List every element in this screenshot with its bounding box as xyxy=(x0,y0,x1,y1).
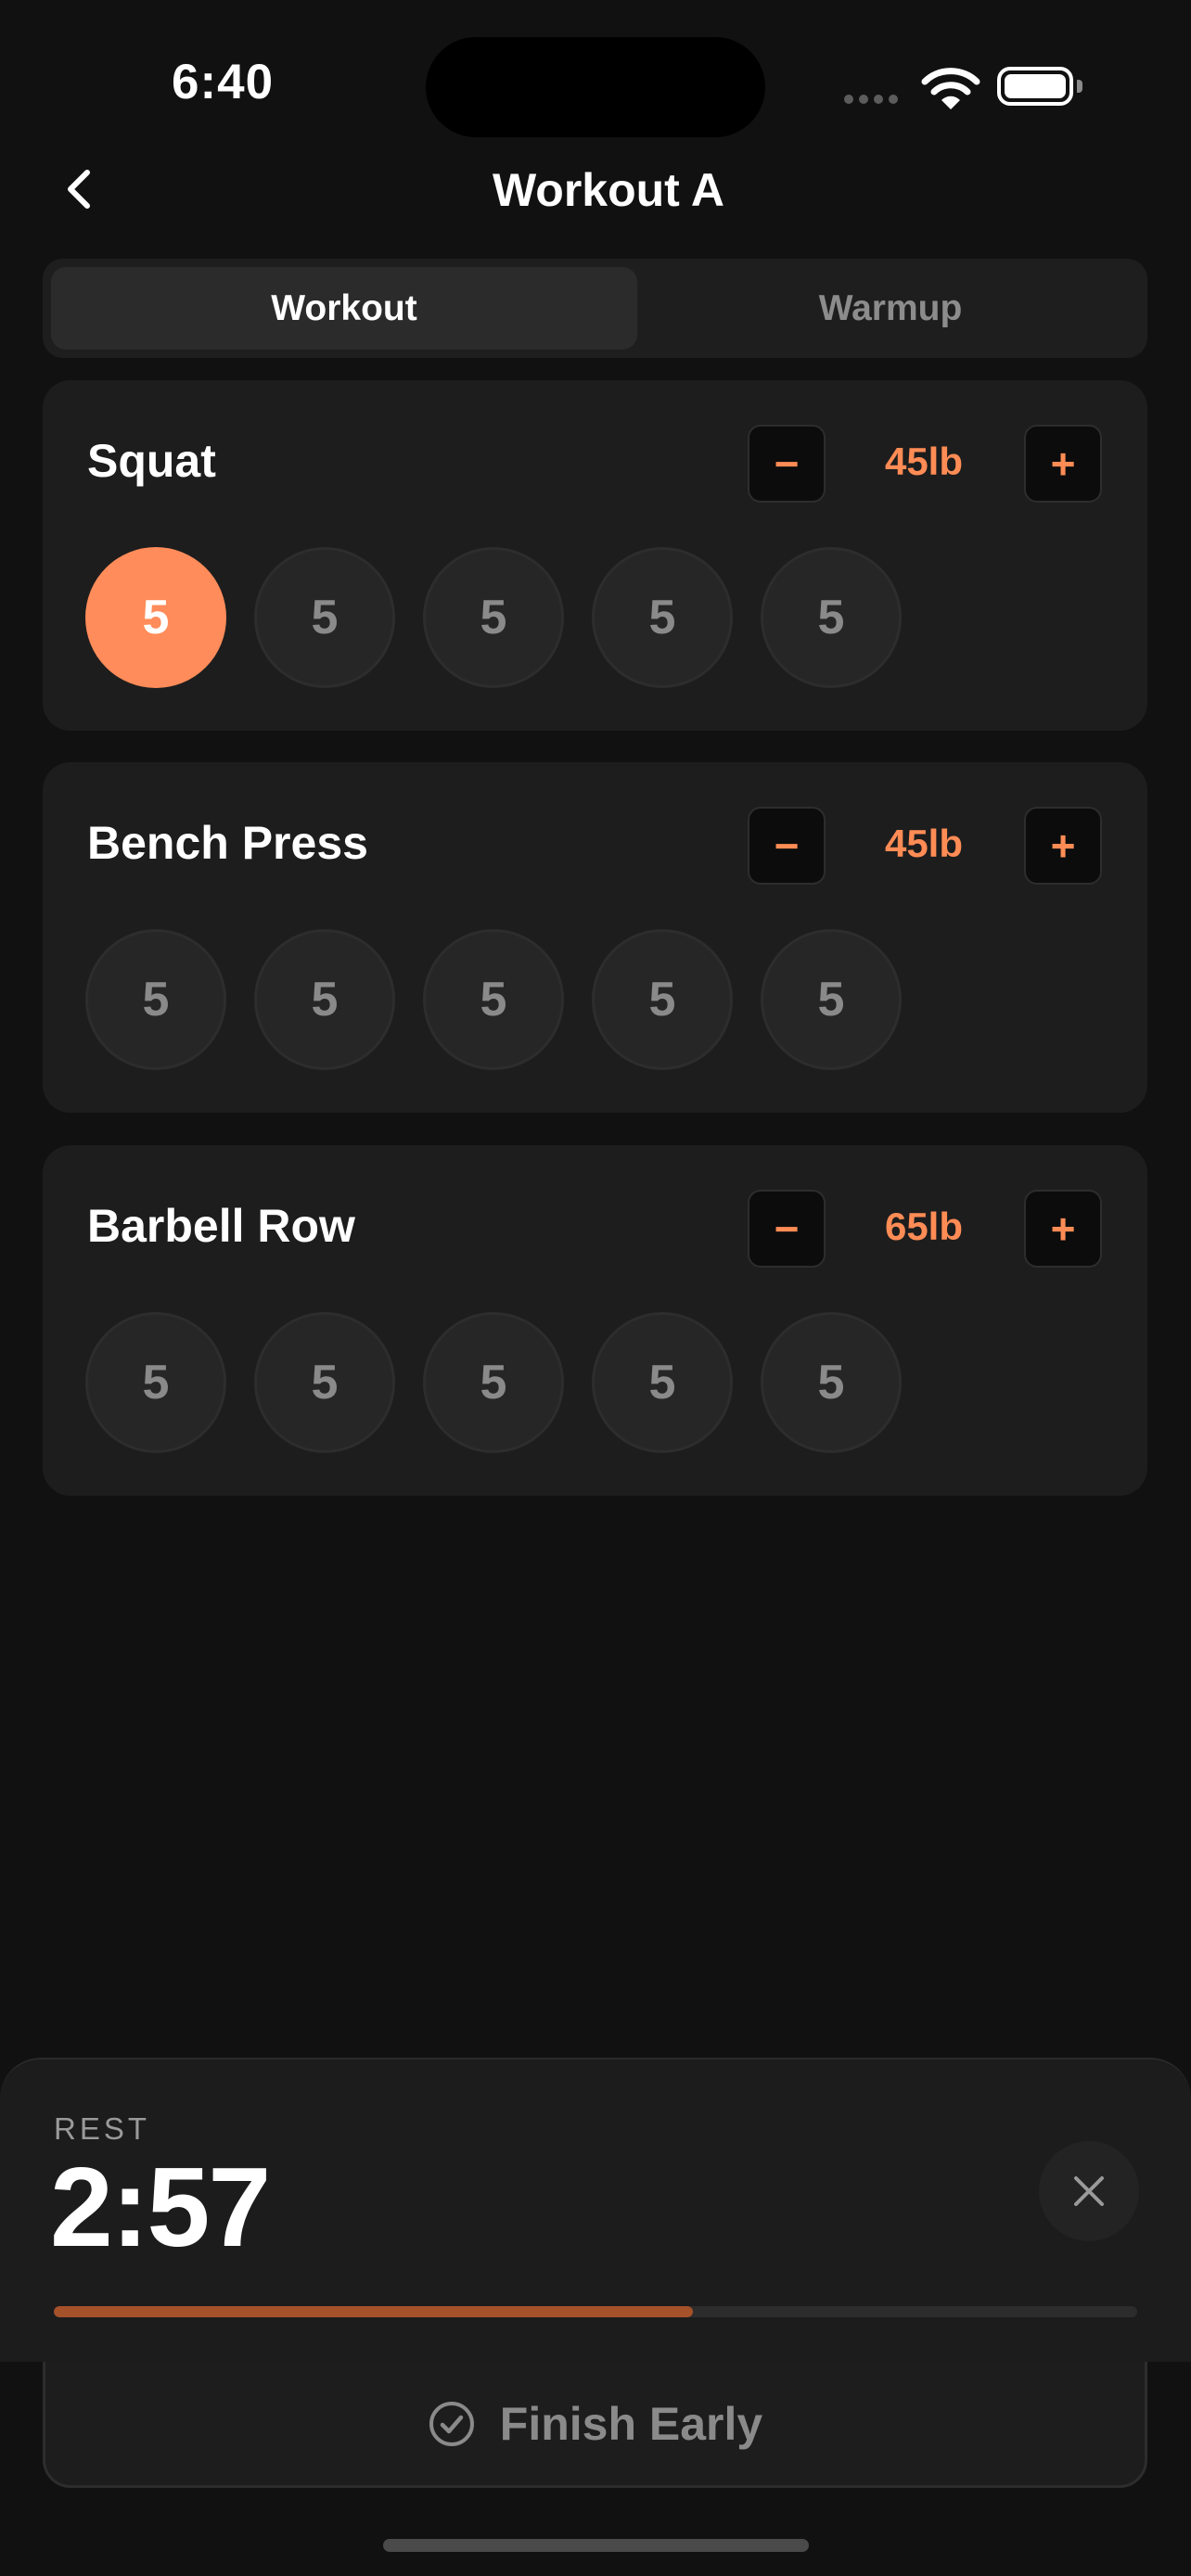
close-icon xyxy=(1074,2176,1104,2206)
battery-icon xyxy=(997,67,1073,106)
exercise-weight: 45lb xyxy=(884,822,964,865)
set-button[interactable]: 5 xyxy=(423,1312,564,1453)
set-button[interactable]: 5 xyxy=(423,547,564,688)
set-button[interactable]: 5 xyxy=(254,929,395,1070)
rest-countdown: 2:57 xyxy=(50,2144,271,2270)
exercise-weight: 65lb xyxy=(884,1205,964,1248)
rest-progress-bar xyxy=(54,2306,1137,2317)
set-button[interactable]: 5 xyxy=(592,929,733,1070)
increase-weight-button[interactable]: + xyxy=(1024,425,1102,503)
set-button[interactable]: 5 xyxy=(254,547,395,688)
exercise-card-squat: Squat − 45lb + 5 5 5 5 5 xyxy=(43,380,1147,731)
set-button[interactable]: 5 xyxy=(592,547,733,688)
page-title: Workout A xyxy=(493,164,724,216)
set-button[interactable]: 5 xyxy=(423,929,564,1070)
wifi-icon xyxy=(921,68,980,109)
decrease-weight-button[interactable]: − xyxy=(748,425,826,503)
set-button[interactable]: 5 xyxy=(761,547,902,688)
exercise-name: Squat xyxy=(87,435,216,487)
decrease-weight-button[interactable]: − xyxy=(748,1190,826,1268)
set-button[interactable]: 5 xyxy=(85,929,226,1070)
increase-weight-button[interactable]: + xyxy=(1024,807,1102,885)
home-indicator xyxy=(383,2539,809,2552)
exercise-name: Bench Press xyxy=(87,817,368,869)
rest-label: REST xyxy=(54,2111,151,2146)
set-button[interactable]: 5 xyxy=(592,1312,733,1453)
dynamic-island xyxy=(426,37,765,137)
set-button[interactable]: 5 xyxy=(254,1312,395,1453)
exercise-weight: 45lb xyxy=(884,440,964,483)
set-list: 5 5 5 5 5 xyxy=(85,547,902,688)
workout-warmup-segmented-control: Workout Warmup xyxy=(43,259,1147,358)
increase-weight-button[interactable]: + xyxy=(1024,1190,1102,1268)
dismiss-rest-button[interactable] xyxy=(1039,2141,1139,2241)
rest-timer-panel: REST 2:57 xyxy=(0,2058,1191,2362)
tab-workout[interactable]: Workout xyxy=(51,267,637,350)
status-time: 6:40 xyxy=(172,55,275,109)
set-list: 5 5 5 5 5 xyxy=(85,1312,902,1453)
rest-progress-fill xyxy=(54,2306,694,2317)
set-list: 5 5 5 5 5 xyxy=(85,929,902,1070)
finish-early-label: Finish Early xyxy=(499,2397,763,2450)
exercise-card-barbell-row: Barbell Row − 65lb + 5 5 5 5 5 xyxy=(43,1145,1147,1496)
exercise-card-bench-press: Bench Press − 45lb + 5 5 5 5 5 xyxy=(43,762,1147,1113)
set-button[interactable]: 5 xyxy=(761,929,902,1070)
finish-early-button[interactable]: Finish Early xyxy=(43,2362,1147,2488)
set-button[interactable]: 5 xyxy=(761,1312,902,1453)
exercise-name: Barbell Row xyxy=(87,1200,355,1252)
checkmark-circle-icon xyxy=(429,2401,474,2446)
battery-tip xyxy=(1077,80,1082,93)
set-button[interactable]: 5 xyxy=(85,547,226,688)
cellular-signal-icon xyxy=(844,95,898,104)
decrease-weight-button[interactable]: − xyxy=(748,807,826,885)
set-button[interactable]: 5 xyxy=(85,1312,226,1453)
tab-warmup[interactable]: Warmup xyxy=(642,267,1139,350)
